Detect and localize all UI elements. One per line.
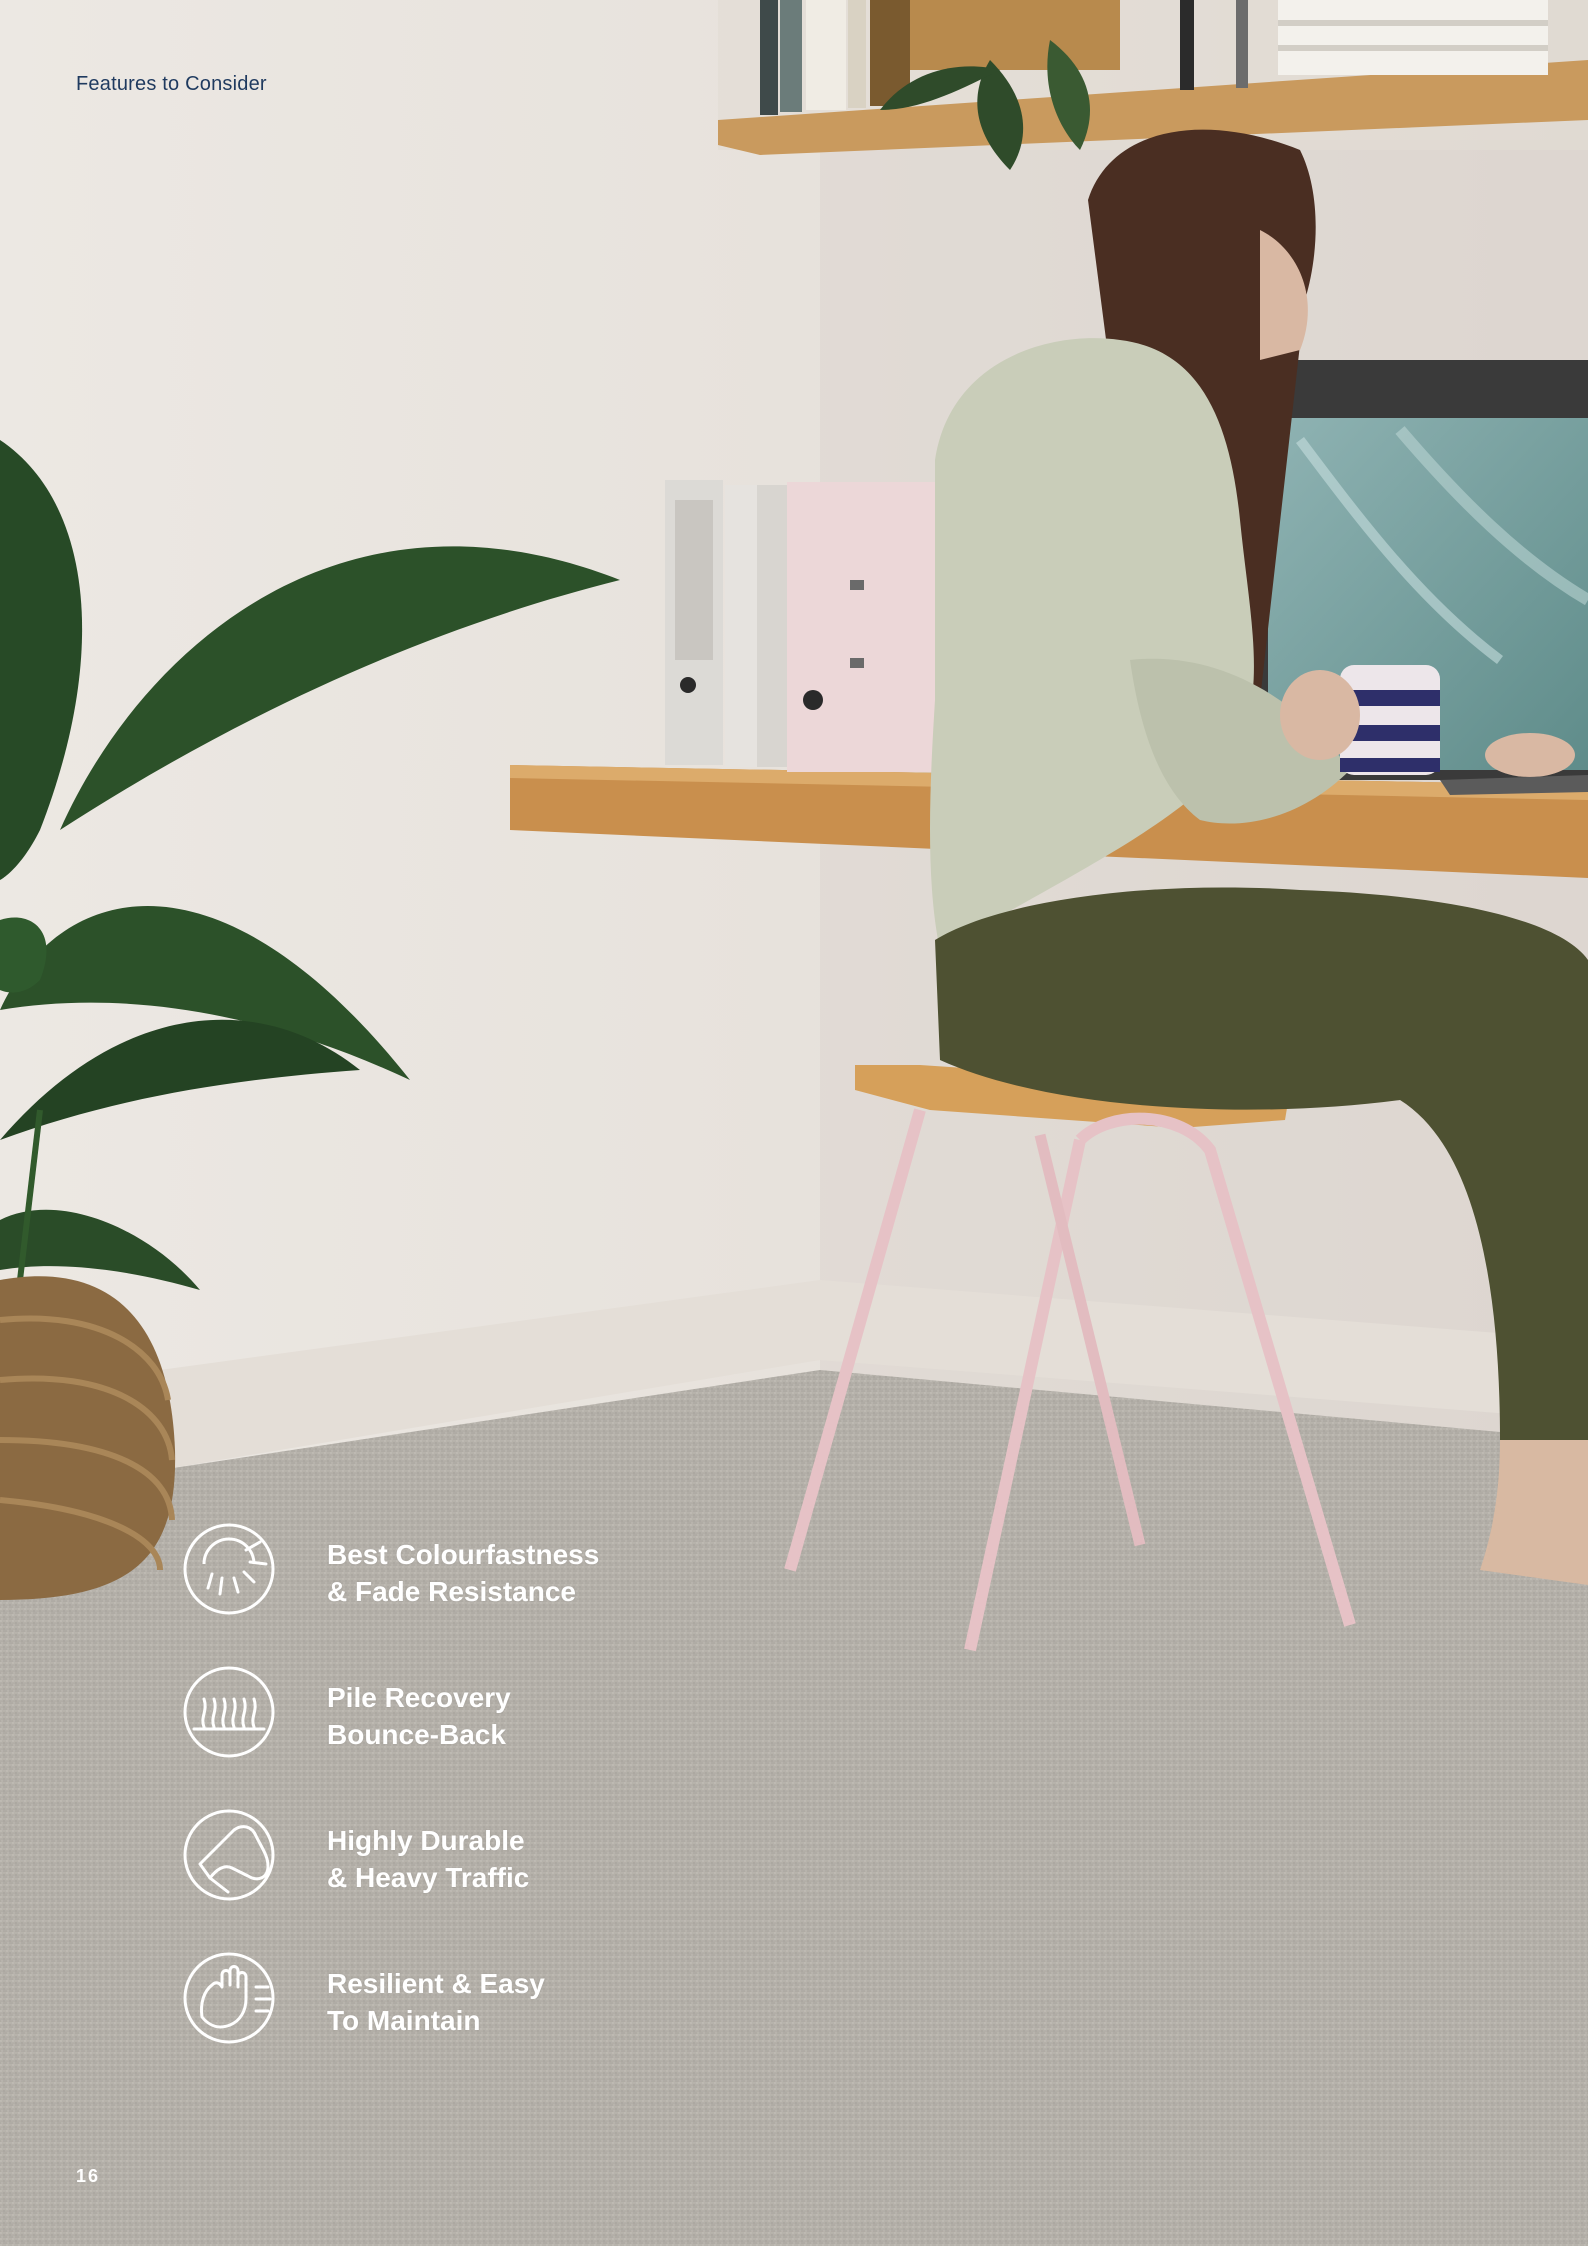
feature-line-2: Bounce-Back (327, 1719, 506, 1750)
feature-line-2: & Fade Resistance (327, 1576, 576, 1607)
feature-line-1: Highly Durable (327, 1825, 525, 1856)
feature-item-pile-recovery: Pile Recovery Bounce-Back (182, 1665, 782, 1765)
feature-item-colourfastness: Best Colourfastness & Fade Resistance (182, 1522, 782, 1622)
sun-fade-icon (183, 1523, 275, 1615)
feature-line-2: To Maintain (327, 2005, 481, 2036)
page-number: 16 (76, 2166, 101, 2186)
feature-item-durability: Highly Durable & Heavy Traffic (182, 1808, 782, 1908)
feature-label: Resilient & Easy To Maintain (327, 1965, 545, 2039)
room-photograph (0, 0, 1588, 2246)
feature-item-maintenance: Resilient & Easy To Maintain (182, 1951, 782, 2051)
feature-line-1: Pile Recovery (327, 1682, 511, 1713)
hand-clean-icon (183, 1952, 275, 2044)
footstep-traffic-icon (183, 1809, 275, 1901)
carpet-pile-icon (183, 1666, 275, 1758)
feature-label: Highly Durable & Heavy Traffic (327, 1822, 529, 1896)
brochure-page: Features to Consider Best Colourfastness… (0, 0, 1588, 2246)
section-label: Features to Consider (76, 73, 267, 95)
feature-line-1: Best Colourfastness (327, 1539, 600, 1570)
feature-line-2: & Heavy Traffic (327, 1862, 530, 1893)
feature-label: Pile Recovery Bounce-Back (327, 1679, 511, 1753)
feature-line-1: Resilient & Easy (327, 1968, 545, 1999)
feature-label: Best Colourfastness & Fade Resistance (327, 1536, 599, 1610)
pink-binder (787, 482, 952, 772)
